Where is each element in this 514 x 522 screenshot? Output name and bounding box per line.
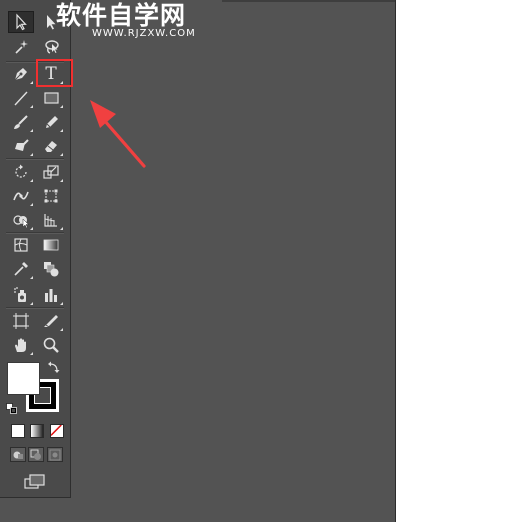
draw-inside-icon[interactable] <box>47 447 63 462</box>
eraser-icon <box>45 141 57 152</box>
gradient-icon <box>43 239 59 251</box>
paintbrush-icon <box>14 115 28 129</box>
draw-normal-icon[interactable] <box>10 447 26 462</box>
selection-tool[interactable] <box>8 11 34 33</box>
eyedropper-icon <box>14 262 28 276</box>
pointer-arrow-icon <box>90 100 146 168</box>
lasso-icon <box>45 40 59 54</box>
solid-color-icon[interactable] <box>11 424 25 438</box>
scale-tool[interactable] <box>38 161 64 183</box>
width-icon <box>13 191 29 201</box>
lasso-tool[interactable] <box>38 36 64 58</box>
line-segment-tool[interactable] <box>8 87 34 109</box>
perspective-grid-icon <box>44 214 57 227</box>
shape-builder-icon <box>13 215 30 229</box>
blend-tool[interactable] <box>38 258 64 280</box>
shape-builder-tool[interactable] <box>8 209 34 231</box>
none-swatch-icon[interactable] <box>50 424 64 438</box>
hand-icon <box>15 338 26 352</box>
slice-tool[interactable] <box>38 310 64 332</box>
zoom-tool[interactable] <box>38 334 64 356</box>
rotate-tool[interactable] <box>8 161 34 183</box>
artboard-icon <box>13 313 29 329</box>
screen-mode-icon[interactable] <box>23 472 47 492</box>
column-graph-tool[interactable] <box>38 284 64 306</box>
rotate-icon <box>15 164 27 178</box>
free-transform-icon <box>44 189 58 203</box>
paintbrush-tool[interactable] <box>8 111 34 133</box>
scale-icon <box>43 165 59 179</box>
artboard-tool[interactable] <box>8 310 34 332</box>
watermark-url: WWW.RJZXW.COM <box>92 28 196 39</box>
artboard[interactable] <box>395 0 514 522</box>
eraser-tool[interactable] <box>38 135 64 157</box>
magic-wand-tool[interactable] <box>8 36 34 58</box>
free-transform-tool[interactable] <box>38 185 64 207</box>
line-segment-icon <box>14 91 28 106</box>
swap-fill-stroke-icon[interactable] <box>47 361 60 374</box>
pencil-icon <box>46 116 58 128</box>
blob-brush-tool[interactable] <box>8 135 34 157</box>
selection-arrow-icon <box>16 13 27 31</box>
slice-icon <box>44 315 58 328</box>
watermark-title: 软件自学网 <box>56 1 187 30</box>
pen-tool[interactable] <box>8 63 34 85</box>
zoom-icon <box>43 337 59 353</box>
blob-brush-icon <box>15 139 29 151</box>
column-graph-icon <box>45 289 57 302</box>
mesh-tool[interactable] <box>8 234 34 256</box>
perspective-grid-tool[interactable] <box>38 209 64 231</box>
default-fill-stroke-icon[interactable] <box>6 403 18 415</box>
mesh-icon <box>14 238 28 252</box>
blend-icon <box>44 262 59 277</box>
symbol-sprayer-tool[interactable] <box>8 284 34 306</box>
eyedropper-tool[interactable] <box>8 258 34 280</box>
gradient-tool[interactable] <box>38 234 64 256</box>
type-tool-highlight <box>36 59 73 87</box>
fill-color-swatch[interactable] <box>7 362 40 395</box>
rectangle-icon <box>44 92 59 104</box>
magic-wand-icon <box>15 40 28 54</box>
pencil-tool[interactable] <box>38 111 64 133</box>
pen-icon <box>14 68 27 81</box>
draw-behind-icon[interactable] <box>28 447 44 462</box>
width-tool[interactable] <box>8 185 34 207</box>
gradient-swatch-icon[interactable] <box>30 424 44 438</box>
symbol-sprayer-icon <box>14 287 26 302</box>
rectangle-tool[interactable] <box>38 87 64 109</box>
hand-tool[interactable] <box>8 334 34 356</box>
